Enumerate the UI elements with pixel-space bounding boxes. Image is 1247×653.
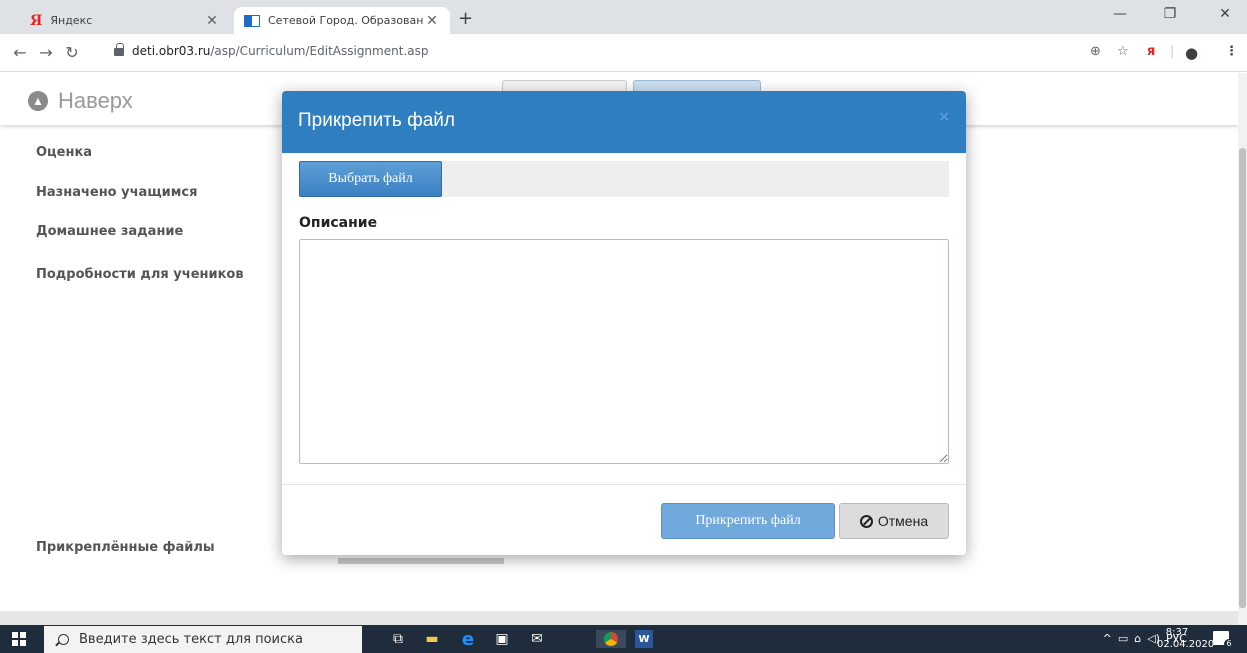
browser-tabstrip: Я Яндекс ✕ Сетевой Город. Образование. Р…: [0, 0, 1247, 34]
star-icon[interactable]: ☆: [1117, 44, 1129, 59]
file-picker: Выбрать файл: [299, 161, 949, 197]
attach-files-control[interactable]: [338, 558, 504, 564]
store-icon[interactable]: ▣: [492, 630, 512, 648]
clock-time: 8:37: [1165, 627, 1189, 638]
tab-title: Яндекс: [50, 14, 93, 27]
page-scrollbar[interactable]: [1238, 73, 1247, 625]
dialog-title: Прикрепить файл: [298, 110, 455, 131]
search-icon: [58, 634, 69, 645]
ban-icon: [859, 514, 873, 528]
task-view-icon[interactable]: ⧉: [388, 630, 408, 648]
address-host: deti.obr03.ru: [132, 44, 211, 58]
tab-yandex[interactable]: Я Яндекс ✕: [20, 7, 230, 34]
chrome-icon[interactable]: [596, 630, 626, 648]
choose-file-button[interactable]: Выбрать файл: [299, 161, 442, 197]
minimize-icon[interactable]: —: [1100, 6, 1140, 22]
clock[interactable]: 8:37 02.04.2020: [1157, 627, 1215, 651]
word-icon[interactable]: W: [635, 630, 653, 648]
description-label: Описание: [299, 215, 378, 231]
label-attached-files: Прикреплённые файлы: [36, 540, 215, 555]
window-close-icon[interactable]: ✕: [1205, 6, 1245, 22]
search-placeholder: Введите здесь текст для поиска: [79, 632, 303, 647]
notification-count: 6: [1224, 639, 1234, 649]
back-arrow-icon[interactable]: ←: [10, 43, 30, 62]
clock-date: 02.04.2020: [1157, 639, 1215, 650]
address-bar[interactable]: deti.obr03.ru /asp/Curriculum/EditAssign…: [114, 37, 1239, 65]
restore-icon[interactable]: ❐: [1150, 6, 1190, 22]
arrow-up-icon: ▲: [28, 91, 48, 111]
close-icon[interactable]: ×: [938, 109, 950, 125]
taskbar-search-input[interactable]: Введите здесь текст для поиска: [44, 626, 362, 653]
battery-icon[interactable]: ▭: [1118, 632, 1128, 645]
menu-icon[interactable]: ⋮: [1225, 44, 1238, 59]
attach-file-button[interactable]: Прикрепить файл: [661, 503, 835, 539]
yandex-extension-icon[interactable]: я: [1147, 44, 1155, 59]
windows-taskbar: Введите здесь текст для поиска ⧉ ▬ e ▣ ✉…: [0, 625, 1247, 653]
windows-start-icon[interactable]: [12, 632, 26, 646]
chevron-up-icon[interactable]: ^: [1103, 632, 1112, 645]
back-to-top-label: Наверх: [58, 88, 133, 113]
edge-icon[interactable]: e: [458, 629, 478, 650]
tab-title: Сетевой Город. Образование. Р: [268, 14, 424, 27]
yandex-icon: Я: [30, 12, 43, 29]
reload-icon[interactable]: ↻: [62, 43, 82, 62]
cancel-label: Отмена: [877, 513, 929, 529]
dialog-header: Прикрепить файл ×: [282, 91, 966, 153]
dialog-footer-divider: [282, 484, 966, 485]
netcity-icon: [244, 14, 260, 27]
browser-toolbar: ← → ↻ deti.obr03.ru /asp/Curriculum/Edit…: [0, 34, 1247, 72]
notification-icon[interactable]: 6: [1213, 631, 1234, 649]
close-icon[interactable]: ✕: [204, 13, 220, 29]
network-icon[interactable]: ⌂: [1134, 632, 1141, 645]
label-homework: Домашнее задание: [36, 224, 184, 239]
zoom-icon[interactable]: ⊕: [1090, 44, 1101, 59]
new-tab-icon[interactable]: +: [458, 8, 473, 29]
description-textarea[interactable]: [299, 239, 949, 464]
cancel-button[interactable]: Отмена: [839, 503, 949, 539]
file-explorer-icon[interactable]: ▬: [422, 630, 442, 648]
forward-arrow-icon[interactable]: →: [36, 43, 56, 62]
attach-file-dialog: Прикрепить файл × Выбрать файл Описание …: [282, 91, 966, 555]
address-path: /asp/Curriculum/EditAssignment.asp: [210, 44, 429, 58]
close-icon[interactable]: ✕: [424, 13, 440, 29]
page-footer: [0, 611, 1238, 625]
lock-icon: [114, 43, 124, 56]
scrollbar-thumb[interactable]: [1239, 148, 1246, 608]
back-to-top-link[interactable]: ▲ Наверх: [28, 88, 133, 114]
profile-icon[interactable]: ●: [1185, 44, 1198, 62]
toolbar-divider: |: [1170, 44, 1175, 59]
tab-netcity[interactable]: Сетевой Город. Образование. Р ✕: [234, 7, 450, 34]
label-grade: Оценка: [36, 145, 93, 160]
label-details: Подробности для учеников: [36, 267, 244, 282]
mail-icon[interactable]: ✉: [527, 630, 547, 648]
label-assigned: Назначено учащимся: [36, 185, 198, 200]
